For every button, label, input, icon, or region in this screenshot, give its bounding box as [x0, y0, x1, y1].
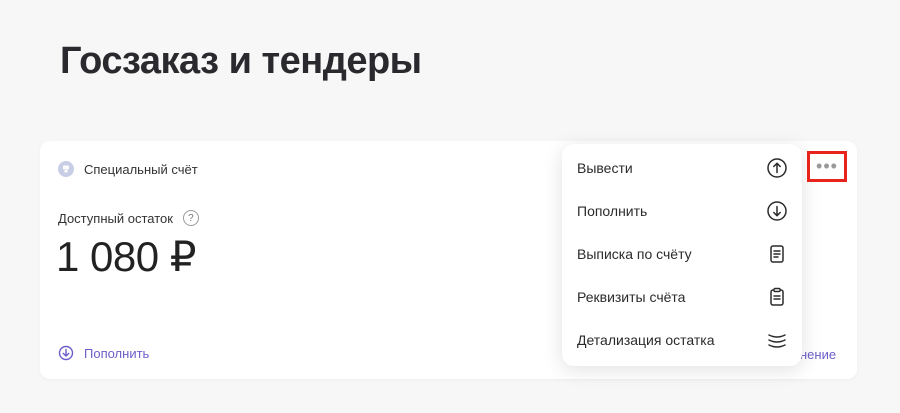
account-actions-menu: Вывести Пополнить Выписка по счёту Рекви…	[562, 144, 802, 366]
clipboard-icon	[766, 286, 788, 308]
topup-link-label: Пополнить	[84, 345, 150, 361]
help-icon[interactable]: ?	[182, 210, 199, 226]
menu-item-topup[interactable]: Пополнить	[562, 193, 802, 229]
upload-circle-icon	[766, 157, 788, 179]
account-badge-icon	[58, 161, 74, 177]
menu-item-label: Вывести	[577, 160, 633, 176]
balance-label: Доступный остаток	[58, 210, 173, 226]
balance-label-row: Доступный остаток ?	[58, 210, 199, 226]
account-header: Специальный счёт	[58, 161, 198, 177]
page-title: Госзаказ и тендеры	[60, 40, 422, 82]
account-name: Специальный счёт	[84, 161, 198, 177]
menu-item-withdraw[interactable]: Вывести	[562, 150, 802, 186]
menu-item-label: Пополнить	[577, 203, 648, 219]
menu-item-balance-details[interactable]: Детализация остатка	[562, 322, 802, 358]
menu-item-label: Выписка по счёту	[577, 246, 692, 262]
partial-link[interactable]: нение	[800, 347, 836, 362]
download-circle-icon	[766, 200, 788, 222]
menu-item-requisites[interactable]: Реквизиты счёта	[562, 279, 802, 315]
stack-icon	[766, 329, 788, 351]
menu-item-statement[interactable]: Выписка по счёту	[562, 236, 802, 272]
document-icon	[766, 243, 788, 265]
download-circle-icon	[58, 345, 74, 361]
menu-item-label: Реквизиты счёта	[577, 289, 686, 305]
more-options-button[interactable]: •••	[807, 151, 847, 182]
menu-item-label: Детализация остатка	[577, 332, 715, 348]
balance-amount: 1 080 ₽	[56, 233, 197, 280]
topup-link[interactable]: Пополнить	[58, 345, 149, 361]
